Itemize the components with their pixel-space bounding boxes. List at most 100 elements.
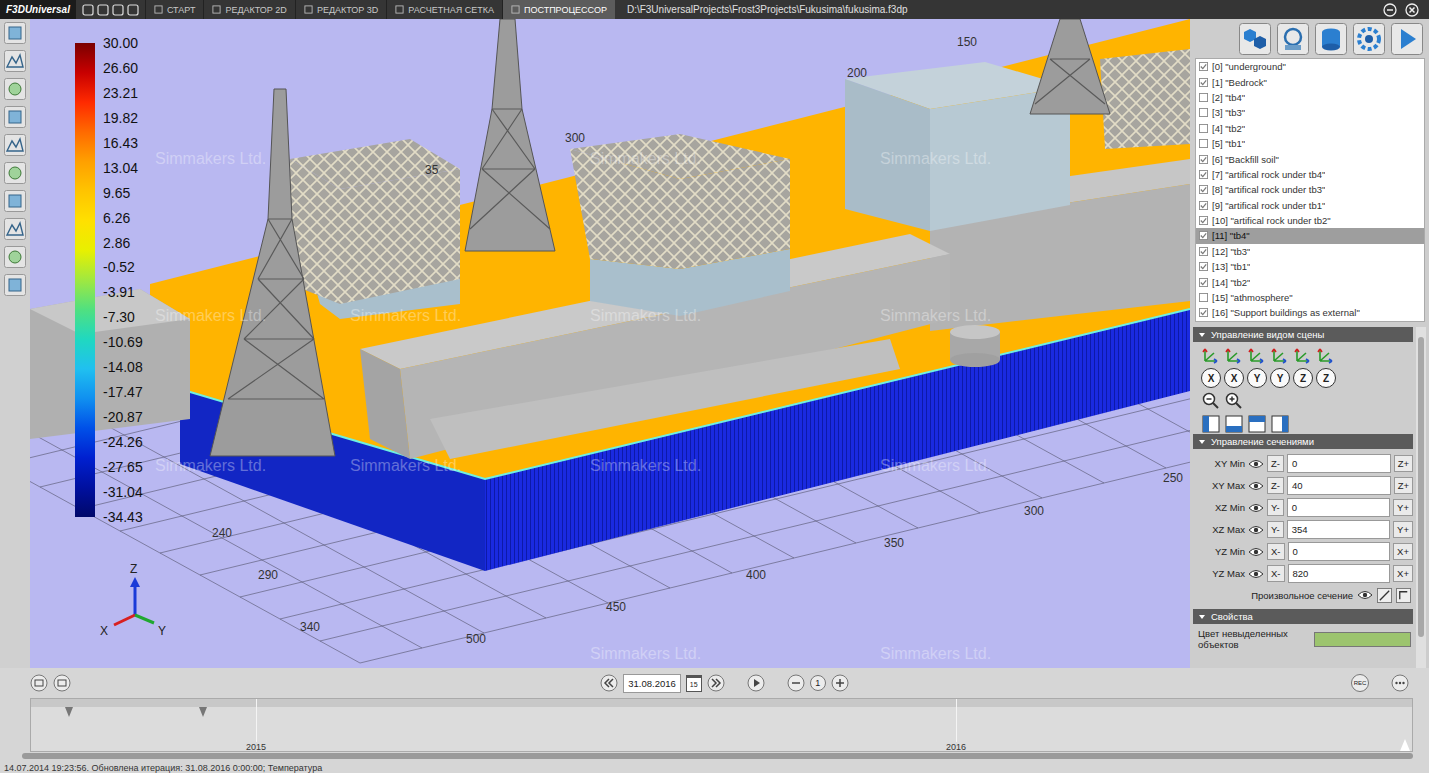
layer-checkbox[interactable] (1199, 293, 1208, 302)
decrement-button[interactable]: Y- (1267, 499, 1284, 516)
pan-icon[interactable] (1270, 414, 1290, 434)
axis-view-icon[interactable] (1224, 345, 1244, 365)
layer-checkbox[interactable] (1199, 62, 1208, 71)
more-icon[interactable] (1391, 674, 1409, 692)
layer-checkbox[interactable] (1199, 139, 1208, 148)
layer-row[interactable]: [12] "tb3" (1196, 244, 1424, 259)
layer-checkbox[interactable] (1199, 308, 1208, 317)
layer-row[interactable]: [11] "tb4" (1196, 228, 1424, 243)
layer-row[interactable]: [8] "artifical rock under tb3" (1196, 182, 1424, 197)
sections-panel-header[interactable]: Управление сечениями (1193, 434, 1413, 449)
layer-row[interactable]: [7] "artifical rock under tb4" (1196, 167, 1424, 182)
layer-row[interactable]: [1] "Bedrock" (1196, 74, 1424, 89)
view-tool-icon[interactable] (4, 50, 26, 72)
help-icon[interactable] (1277, 23, 1309, 55)
date-field[interactable]: 31.08.2016 (623, 674, 681, 693)
section-value-field[interactable]: 0 (1288, 542, 1391, 561)
decrement-button[interactable]: X- (1267, 565, 1285, 582)
increment-button[interactable]: X+ (1393, 543, 1413, 560)
view-panel-header[interactable]: Управление видом сцены (1193, 327, 1413, 342)
quick-tool-icon[interactable] (97, 4, 109, 16)
layer-checkbox[interactable] (1199, 262, 1208, 271)
section-plane-icon[interactable] (1377, 588, 1392, 603)
quick-tool-icon[interactable] (82, 4, 94, 16)
step-value[interactable]: 1 (810, 675, 826, 691)
layer-row[interactable]: [10] "artifical rock under tb2" (1196, 213, 1424, 228)
record-button[interactable]: REC (1351, 674, 1369, 692)
quick-tool-icon[interactable] (127, 4, 139, 16)
decrement-button[interactable]: Z- (1267, 477, 1284, 494)
view-tool-icon[interactable] (4, 190, 26, 212)
timeline-marker[interactable] (199, 707, 207, 717)
layer-checkbox[interactable] (1199, 247, 1208, 256)
layer-row[interactable]: [14] "tb2" (1196, 274, 1424, 289)
eye-icon[interactable] (1248, 503, 1264, 513)
play-icon[interactable] (747, 674, 765, 692)
layer-checkbox[interactable] (1199, 78, 1208, 87)
tab[interactable]: РЕДАКТОР 2D (203, 0, 294, 19)
layer-checkbox[interactable] (1199, 185, 1208, 194)
increment-button[interactable]: Y+ (1393, 499, 1413, 516)
timeline-tool-icon[interactable] (30, 674, 48, 692)
eye-icon[interactable] (1248, 547, 1264, 557)
view-tool-icon[interactable] (4, 22, 26, 44)
eye-icon[interactable] (1357, 590, 1373, 600)
run-icon[interactable] (1391, 23, 1423, 55)
layer-checkbox[interactable] (1199, 170, 1208, 179)
section-value-field[interactable]: 40 (1287, 476, 1391, 495)
current-time-marker[interactable] (1400, 739, 1410, 751)
color-swatch[interactable] (1314, 632, 1411, 647)
scene-canvas[interactable]: 15020030035240290340500450400350300250ZX… (30, 19, 1190, 667)
gear-icon[interactable] (1353, 23, 1385, 55)
axis-view-icon[interactable] (1270, 345, 1290, 365)
increment-button[interactable]: Z+ (1394, 477, 1413, 494)
next-icon[interactable] (707, 674, 725, 692)
model-icon[interactable] (1239, 23, 1271, 55)
axis-view-icon[interactable] (1316, 345, 1336, 365)
tab[interactable]: ПОСТПРОЦЕССОР (502, 0, 615, 19)
view-tool-icon[interactable] (4, 162, 26, 184)
decrement-button[interactable]: Z- (1267, 455, 1284, 472)
eye-icon[interactable] (1248, 481, 1264, 491)
tab[interactable]: РЕДАКТОР 3D (295, 0, 386, 19)
layer-row[interactable]: [4] "tb2" (1196, 121, 1424, 136)
zoom-out-icon[interactable] (1201, 391, 1221, 411)
layer-checkbox[interactable] (1199, 155, 1208, 164)
eye-icon[interactable] (1248, 525, 1264, 535)
decrement-button[interactable]: Y- (1267, 521, 1284, 538)
section-value-field[interactable]: 0 (1287, 498, 1390, 517)
step-down-icon[interactable] (787, 674, 805, 692)
pan-icon[interactable] (1247, 414, 1267, 434)
layer-row[interactable]: [3] "tb3" (1196, 105, 1424, 120)
timeline-scrollbar[interactable] (22, 753, 1413, 759)
layer-checkbox[interactable] (1199, 201, 1208, 210)
rotate-button[interactable]: Z (1293, 368, 1313, 388)
timeline-marker[interactable] (65, 707, 73, 717)
previous-icon[interactable] (600, 674, 618, 692)
section-edit-icon[interactable] (1396, 588, 1411, 603)
layer-row[interactable]: [16] "Support buildings as external" (1196, 305, 1424, 320)
rotate-button[interactable]: Y (1270, 368, 1290, 388)
view-tool-icon[interactable] (4, 274, 26, 296)
timeline-tool-icon[interactable] (53, 674, 71, 692)
rotate-button[interactable]: X (1224, 368, 1244, 388)
increment-button[interactable]: Z+ (1394, 455, 1413, 472)
timeline-track[interactable]: 20152016 (30, 698, 1413, 752)
axis-view-icon[interactable] (1247, 345, 1267, 365)
tab[interactable]: РАСЧЕТНАЯ СЕТКА (386, 0, 502, 19)
pan-icon[interactable] (1224, 414, 1244, 434)
layer-checkbox[interactable] (1199, 216, 1208, 225)
layer-row[interactable]: [2] "tb4" (1196, 90, 1424, 105)
increment-button[interactable]: X+ (1393, 565, 1413, 582)
layer-checkbox[interactable] (1199, 124, 1208, 133)
minimize-icon[interactable] (1383, 3, 1397, 17)
section-value-field[interactable]: 820 (1288, 564, 1391, 583)
database-icon[interactable] (1315, 23, 1347, 55)
section-value-field[interactable]: 0 (1287, 454, 1391, 473)
layer-checkbox[interactable] (1199, 108, 1208, 117)
rotate-button[interactable]: X (1201, 368, 1221, 388)
step-up-icon[interactable] (831, 674, 849, 692)
quick-tool-icon[interactable] (112, 4, 124, 16)
eye-icon[interactable] (1248, 569, 1264, 579)
rotate-button[interactable]: Z (1316, 368, 1336, 388)
